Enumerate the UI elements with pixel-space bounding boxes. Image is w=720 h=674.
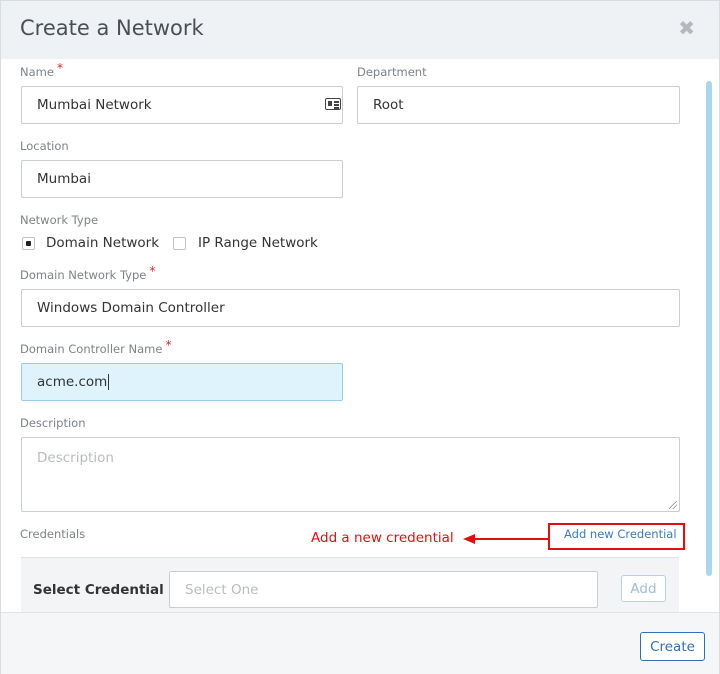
location-input[interactable]: Mumbai	[21, 160, 343, 198]
add-credential-button[interactable]: Add	[621, 575, 666, 602]
domain-network-type-value: Windows Domain Controller	[37, 300, 225, 316]
department-label: Department	[357, 65, 427, 79]
required-mark: *	[149, 264, 156, 278]
domain-network-radio[interactable]	[22, 237, 35, 250]
description-label: Description	[20, 416, 86, 430]
credentials-label: Credentials	[20, 527, 86, 541]
scrollbar-thumb[interactable]	[706, 81, 712, 576]
domain-controller-name-label: Domain Controller Name *	[20, 338, 171, 356]
credential-panel: Select Credential Select One Add	[21, 557, 679, 614]
domain-network-type-select[interactable]: Windows Domain Controller	[21, 289, 680, 327]
select-credential-label: Select Credential	[33, 582, 164, 598]
resize-grip-icon[interactable]	[669, 501, 677, 509]
domain-controller-name-value: acme.com	[37, 374, 108, 390]
annotation-text: Add a new credential	[311, 530, 454, 546]
modal-footer: Create	[1, 612, 719, 674]
network-type-label: Network Type	[20, 213, 99, 227]
department-input-value: Root	[373, 97, 404, 113]
name-label: Name *	[20, 61, 63, 79]
annotation-arrow	[471, 538, 549, 540]
create-button[interactable]: Create	[640, 632, 705, 661]
id-card-icon	[325, 98, 341, 110]
description-placeholder: Description	[37, 450, 114, 466]
domain-controller-name-label-text: Domain Controller Name	[20, 342, 163, 356]
required-mark: *	[56, 61, 63, 75]
department-input[interactable]: Root	[357, 86, 680, 124]
modal-title: Create a Network	[20, 16, 204, 40]
required-mark: *	[165, 338, 172, 352]
name-label-text: Name	[20, 65, 54, 79]
domain-controller-name-input[interactable]: acme.com	[21, 363, 343, 401]
close-icon[interactable]: ✖	[678, 18, 695, 38]
domain-network-type-label: Domain Network Type *	[20, 264, 155, 282]
description-textarea[interactable]: Description	[21, 437, 680, 512]
domain-network-type-label-text: Domain Network Type	[20, 268, 147, 282]
credential-select-placeholder: Select One	[185, 581, 259, 598]
location-input-value: Mumbai	[37, 171, 91, 187]
name-input-value: Mumbai Network	[37, 97, 152, 113]
create-network-modal: Create a Network ✖ Name * Mumbai Network …	[0, 0, 720, 674]
name-input[interactable]: Mumbai Network	[21, 86, 343, 124]
domain-network-label[interactable]: Domain Network	[46, 235, 159, 251]
modal-header: Create a Network ✖	[1, 1, 719, 59]
ip-range-network-label[interactable]: IP Range Network	[198, 235, 318, 251]
text-caret	[108, 374, 110, 390]
location-label: Location	[20, 139, 69, 153]
add-new-credential-link[interactable]: Add new Credential	[564, 527, 677, 541]
ip-range-network-radio[interactable]	[173, 237, 186, 250]
credential-select[interactable]: Select One	[169, 571, 598, 608]
